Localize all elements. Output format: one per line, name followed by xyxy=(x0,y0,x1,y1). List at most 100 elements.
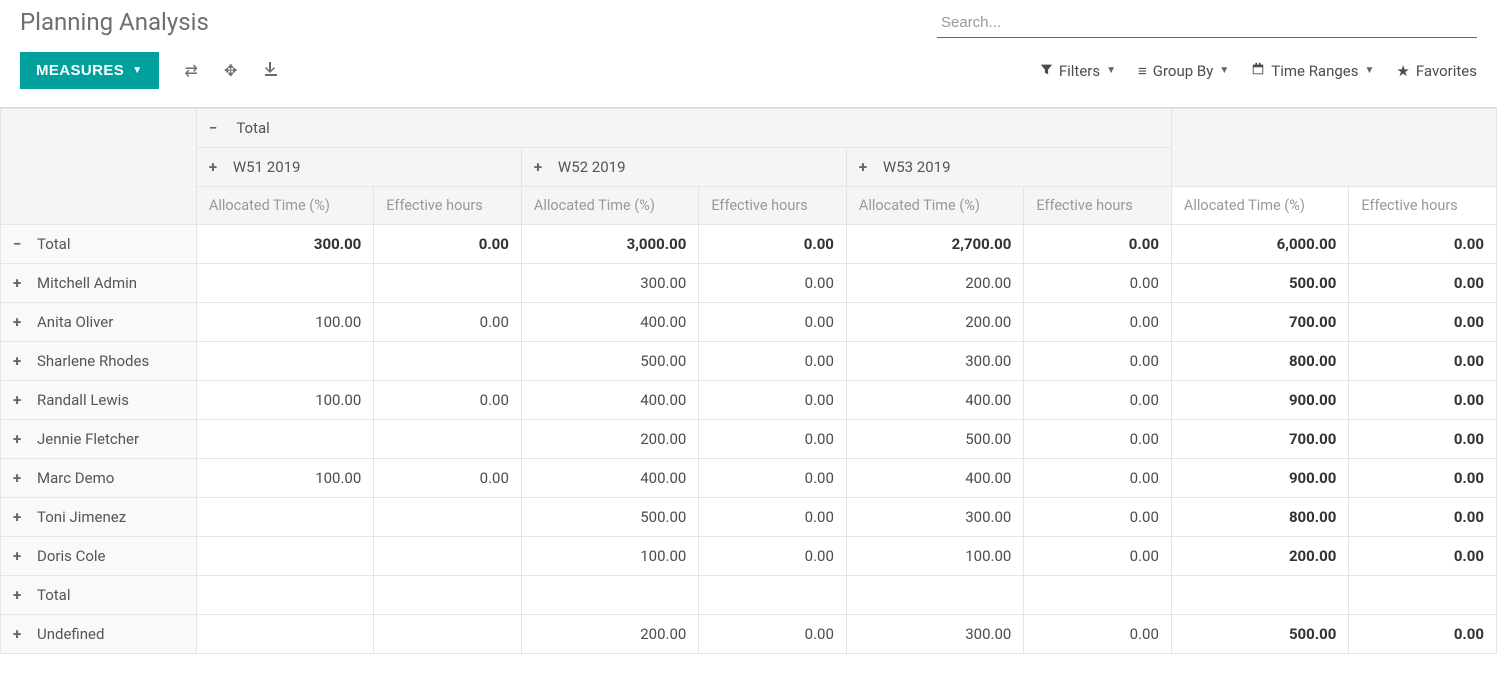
pivot-cell[interactable]: 0.00 xyxy=(1024,615,1172,654)
pivot-cell[interactable] xyxy=(374,498,522,537)
measure-header[interactable]: Effective hours xyxy=(374,187,522,225)
pivot-cell[interactable]: 0.00 xyxy=(699,303,847,342)
pivot-cell[interactable]: 0.00 xyxy=(699,342,847,381)
pivot-cell[interactable]: 800.00 xyxy=(1171,342,1348,381)
measure-header[interactable]: Effective hours xyxy=(1349,187,1497,225)
pivot-cell[interactable] xyxy=(196,498,373,537)
row-header[interactable]: +Toni Jimenez xyxy=(1,498,197,537)
pivot-cell[interactable]: 0.00 xyxy=(699,264,847,303)
row-header[interactable]: +Doris Cole xyxy=(1,537,197,576)
pivot-cell[interactable]: 6,000.00 xyxy=(1171,225,1348,264)
pivot-cell[interactable]: 400.00 xyxy=(521,459,698,498)
pivot-cell[interactable] xyxy=(374,264,522,303)
pivot-cell[interactable] xyxy=(196,342,373,381)
measure-header[interactable]: Allocated Time (%) xyxy=(196,187,373,225)
pivot-cell[interactable]: 0.00 xyxy=(699,381,847,420)
pivot-cell[interactable]: 200.00 xyxy=(1171,537,1348,576)
pivot-cell[interactable]: 300.00 xyxy=(846,615,1023,654)
pivot-cell[interactable]: 100.00 xyxy=(196,459,373,498)
pivot-cell[interactable]: 100.00 xyxy=(521,537,698,576)
pivot-cell[interactable]: 300.00 xyxy=(196,225,373,264)
row-header[interactable]: +Randall Lewis xyxy=(1,381,197,420)
pivot-cell[interactable]: 0.00 xyxy=(1024,264,1172,303)
pivot-cell[interactable] xyxy=(196,615,373,654)
pivot-cell[interactable]: 0.00 xyxy=(1349,342,1497,381)
pivot-cell[interactable]: 0.00 xyxy=(1349,420,1497,459)
measure-header[interactable]: Effective hours xyxy=(1024,187,1172,225)
pivot-cell[interactable]: 0.00 xyxy=(1349,264,1497,303)
pivot-cell[interactable] xyxy=(846,576,1023,615)
pivot-cell[interactable]: 200.00 xyxy=(521,615,698,654)
row-header[interactable]: +Jennie Fletcher xyxy=(1,420,197,459)
pivot-cell[interactable]: 0.00 xyxy=(1349,537,1497,576)
pivot-cell[interactable]: 0.00 xyxy=(1349,303,1497,342)
pivot-cell[interactable] xyxy=(374,537,522,576)
row-header[interactable]: +Total xyxy=(1,576,197,615)
pivot-cell[interactable]: 0.00 xyxy=(699,459,847,498)
download-icon[interactable] xyxy=(263,61,279,81)
pivot-cell[interactable]: 700.00 xyxy=(1171,303,1348,342)
pivot-cell[interactable]: 800.00 xyxy=(1171,498,1348,537)
pivot-cell[interactable]: 900.00 xyxy=(1171,381,1348,420)
pivot-cell[interactable] xyxy=(374,615,522,654)
pivot-cell[interactable]: 3,000.00 xyxy=(521,225,698,264)
pivot-cell[interactable]: 0.00 xyxy=(699,225,847,264)
pivot-cell[interactable]: 500.00 xyxy=(521,342,698,381)
pivot-cell[interactable]: 500.00 xyxy=(521,498,698,537)
row-header[interactable]: +Marc Demo xyxy=(1,459,197,498)
pivot-cell[interactable]: 0.00 xyxy=(1024,537,1172,576)
row-header[interactable]: +Anita Oliver xyxy=(1,303,197,342)
row-header[interactable]: +Mitchell Admin xyxy=(1,264,197,303)
pivot-cell[interactable]: 100.00 xyxy=(196,381,373,420)
pivot-cell[interactable]: 200.00 xyxy=(846,303,1023,342)
pivot-cell[interactable]: 300.00 xyxy=(521,264,698,303)
pivot-cell[interactable]: 500.00 xyxy=(846,420,1023,459)
row-header[interactable]: +Undefined xyxy=(1,615,197,654)
pivot-cell[interactable]: 0.00 xyxy=(1349,498,1497,537)
pivot-cell[interactable] xyxy=(196,576,373,615)
filters-button[interactable]: Filters ▼ xyxy=(1040,62,1116,80)
groupby-button[interactable]: ≡ Group By ▼ xyxy=(1138,62,1229,80)
pivot-cell[interactable] xyxy=(374,576,522,615)
pivot-cell[interactable]: 0.00 xyxy=(699,420,847,459)
pivot-cell[interactable]: 0.00 xyxy=(1024,342,1172,381)
pivot-cell[interactable] xyxy=(699,576,847,615)
measure-header[interactable]: Effective hours xyxy=(699,187,847,225)
pivot-cell[interactable]: 0.00 xyxy=(1024,420,1172,459)
pivot-cell[interactable]: 0.00 xyxy=(699,498,847,537)
pivot-cell[interactable]: 400.00 xyxy=(846,381,1023,420)
pivot-cell[interactable]: 700.00 xyxy=(1171,420,1348,459)
pivot-cell[interactable]: 300.00 xyxy=(846,342,1023,381)
col-group-header[interactable]: +W52 2019 xyxy=(521,148,846,187)
pivot-cell[interactable]: 200.00 xyxy=(846,264,1023,303)
timeranges-button[interactable]: Time Ranges ▼ xyxy=(1251,62,1374,80)
pivot-cell[interactable]: 0.00 xyxy=(1024,303,1172,342)
pivot-cell[interactable]: 0.00 xyxy=(374,225,522,264)
pivot-cell[interactable]: 0.00 xyxy=(374,381,522,420)
pivot-cell[interactable]: 0.00 xyxy=(374,459,522,498)
measure-header[interactable]: Allocated Time (%) xyxy=(521,187,698,225)
row-header[interactable]: +Sharlene Rhodes xyxy=(1,342,197,381)
pivot-cell[interactable]: 0.00 xyxy=(1024,459,1172,498)
favorites-button[interactable]: ★ Favorites xyxy=(1396,62,1477,80)
col-total-header[interactable]: − Total xyxy=(196,109,1171,148)
pivot-cell[interactable] xyxy=(196,420,373,459)
pivot-cell[interactable] xyxy=(1171,576,1348,615)
measure-header[interactable]: Allocated Time (%) xyxy=(846,187,1023,225)
pivot-cell[interactable]: 0.00 xyxy=(1349,381,1497,420)
pivot-cell[interactable]: 0.00 xyxy=(374,303,522,342)
expand-icon[interactable]: ✥ xyxy=(224,61,237,81)
flip-axis-icon[interactable]: ⇄ xyxy=(185,61,198,81)
pivot-cell[interactable] xyxy=(1349,576,1497,615)
measure-header[interactable]: Allocated Time (%) xyxy=(1171,187,1348,225)
pivot-cell[interactable]: 100.00 xyxy=(196,303,373,342)
pivot-cell[interactable]: 400.00 xyxy=(521,303,698,342)
search-input[interactable] xyxy=(937,8,1477,38)
pivot-cell[interactable]: 200.00 xyxy=(521,420,698,459)
pivot-cell[interactable]: 2,700.00 xyxy=(846,225,1023,264)
pivot-cell[interactable] xyxy=(196,537,373,576)
col-group-header[interactable]: +W51 2019 xyxy=(196,148,521,187)
pivot-cell[interactable]: 0.00 xyxy=(699,537,847,576)
pivot-cell[interactable]: 900.00 xyxy=(1171,459,1348,498)
pivot-cell[interactable] xyxy=(521,576,698,615)
